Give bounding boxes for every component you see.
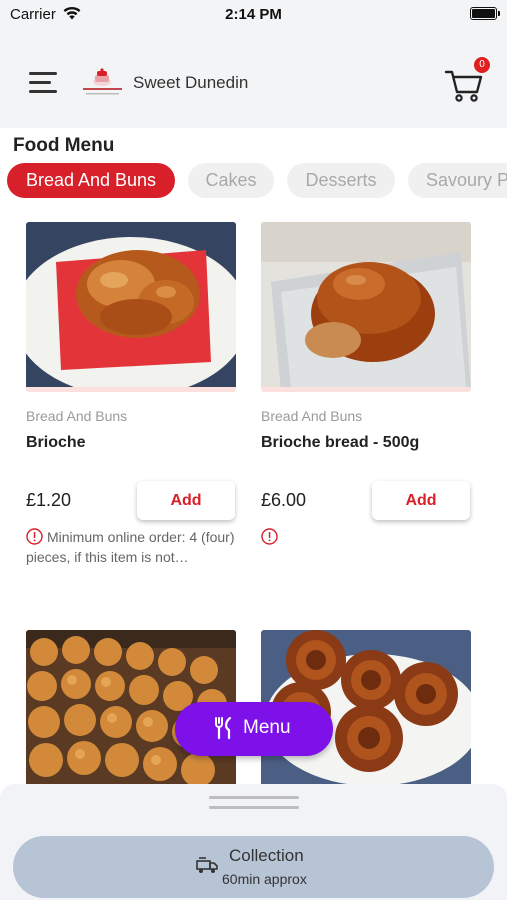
- product-price: £1.20: [26, 490, 72, 510]
- collection-button[interactable]: Collection 60min approx: [13, 836, 494, 898]
- product-name: Brioche bread - 500g: [261, 434, 420, 451]
- menu-fab-button[interactable]: Menu: [175, 702, 333, 756]
- product-price: £6.00: [261, 490, 307, 510]
- tab-bread-and-buns[interactable]: Bread And Buns: [7, 163, 175, 198]
- brand-name: Sweet Dunedin: [133, 73, 249, 92]
- bottom-sheet: Collection 60min approx: [0, 784, 507, 900]
- product-note: Minimum online order: 4 (four) pieces, i…: [26, 529, 235, 565]
- product-image-brioche-bread: [261, 222, 471, 392]
- collection-title: Collection: [229, 846, 304, 865]
- product-category: Bread And Buns: [26, 408, 128, 424]
- collection-time: 60min approx: [222, 871, 307, 887]
- status-time: 2:14 PM: [225, 6, 282, 23]
- add-to-cart-button[interactable]: Add: [137, 481, 235, 520]
- delivery-van-icon: [196, 857, 218, 873]
- menu-fab-label: Menu: [243, 717, 291, 738]
- category-tabs: Bread And Buns Cakes Desserts Savoury Pi…: [0, 162, 507, 200]
- product-name: Brioche: [26, 434, 86, 451]
- product-image-brioche: [26, 222, 236, 392]
- fork-knife-icon: [215, 716, 232, 740]
- battery-icon: [470, 7, 500, 20]
- status-bar: Carrier 2:14 PM: [0, 0, 507, 30]
- tab-cakes[interactable]: Cakes: [188, 163, 274, 198]
- page-title: Food Menu: [13, 135, 115, 156]
- info-icon[interactable]: [261, 528, 278, 545]
- cart-count-badge: 0: [474, 57, 490, 73]
- brand-logo: [83, 68, 122, 95]
- app-header: Sweet Dunedin 0: [0, 30, 507, 128]
- add-to-cart-button[interactable]: Add: [372, 481, 470, 520]
- product-category: Bread And Buns: [261, 408, 363, 424]
- tab-desserts[interactable]: Desserts: [287, 163, 395, 198]
- tab-savoury-pies[interactable]: Savoury Pies: [408, 163, 507, 198]
- drag-handle[interactable]: [209, 796, 299, 812]
- cart-button[interactable]: 0: [444, 57, 490, 104]
- hamburger-menu-icon[interactable]: [29, 72, 59, 94]
